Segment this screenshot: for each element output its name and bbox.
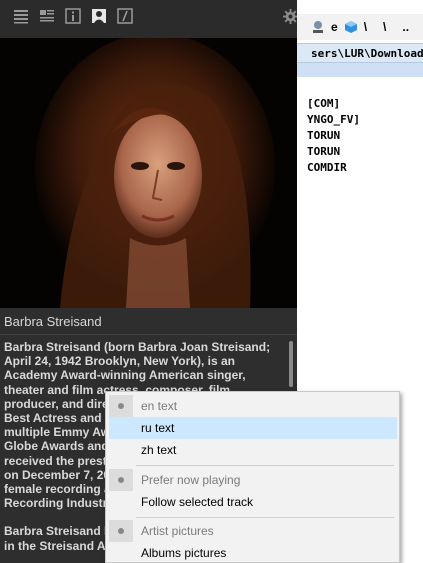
settings-gear-icon[interactable] [283, 9, 297, 24]
panel-divider [0, 334, 297, 335]
file-manager-toolbar: e \ \ .. [297, 14, 423, 40]
bio-line: multiple Emmy Aw [4, 425, 111, 440]
menu-item-albums-pictures[interactable]: Albums pictures [109, 542, 397, 563]
path-header-strip [297, 63, 423, 77]
menu-item-label: Albums pictures [141, 546, 227, 560]
detail-view-icon[interactable] [39, 8, 55, 24]
menu-item-label: Follow selected track [141, 495, 254, 509]
menu-item-label: Artist pictures [141, 524, 214, 538]
menu-item-label: zh text [141, 443, 177, 457]
menu-item-follow-selected-track[interactable]: Follow selected track [109, 491, 397, 513]
menu-item-zh-text[interactable]: zh text [109, 439, 397, 461]
menu-separator [136, 465, 394, 466]
menu-item-label: en text [141, 399, 178, 413]
menu-item-en-text[interactable]: en text [109, 395, 397, 417]
menu-item-label: Prefer now playing [141, 473, 241, 487]
menu-item-prefer-now-playing[interactable]: Prefer now playing [109, 469, 397, 491]
bio-line: received the prest [4, 453, 107, 468]
list-item[interactable]: TORUN [307, 144, 360, 160]
artist-icon[interactable] [91, 8, 107, 24]
bio-line: female recording a [4, 482, 111, 497]
current-path-bar[interactable]: sers\LUR\Downloads [297, 43, 423, 63]
bio-line: on December 7, 20 [4, 467, 111, 482]
bio-line: Recording Industr [4, 496, 108, 511]
list-item[interactable]: TORUN [307, 128, 360, 144]
radio-check-icon [109, 520, 133, 542]
artist-photo [0, 38, 297, 308]
info-icon[interactable] [65, 8, 81, 24]
list-item[interactable]: YNGO_FV] [307, 112, 360, 128]
artist-portrait-image [0, 38, 297, 308]
list-view-icon[interactable] [13, 8, 29, 24]
menu-item-artist-pictures[interactable]: Artist pictures [109, 520, 397, 542]
network-drive-icon[interactable] [311, 20, 325, 34]
menu-item-label: ru text [141, 421, 175, 435]
panel-toolbar [0, 0, 297, 38]
radio-check-icon [109, 395, 133, 417]
bio-line: Best Actress and B [4, 411, 114, 426]
root-dir-button[interactable]: \ [364, 20, 367, 34]
bio-line: Globe Awards and [4, 439, 109, 454]
menu-item-ru-text[interactable]: ru text [109, 417, 397, 439]
toolbar-glyph-e[interactable]: e [331, 20, 338, 34]
parent-dir-button[interactable]: .. [402, 20, 409, 34]
cube-icon[interactable] [344, 20, 358, 34]
list-item[interactable]: COMDIR [307, 160, 360, 176]
root-dir-button-2[interactable]: \ [383, 20, 386, 34]
lyrics-icon[interactable] [117, 8, 133, 24]
context-menu: en text ru text zh text Prefer now playi… [105, 391, 400, 563]
bio-scrollbar[interactable] [289, 341, 293, 387]
file-list[interactable]: [COM] YNGO_FV] TORUN TORUN COMDIR [307, 96, 360, 176]
list-item[interactable]: [COM] [307, 96, 360, 112]
radio-check-icon [109, 469, 133, 491]
menu-separator [136, 517, 394, 518]
artist-name: Barbra Streisand [4, 314, 102, 329]
